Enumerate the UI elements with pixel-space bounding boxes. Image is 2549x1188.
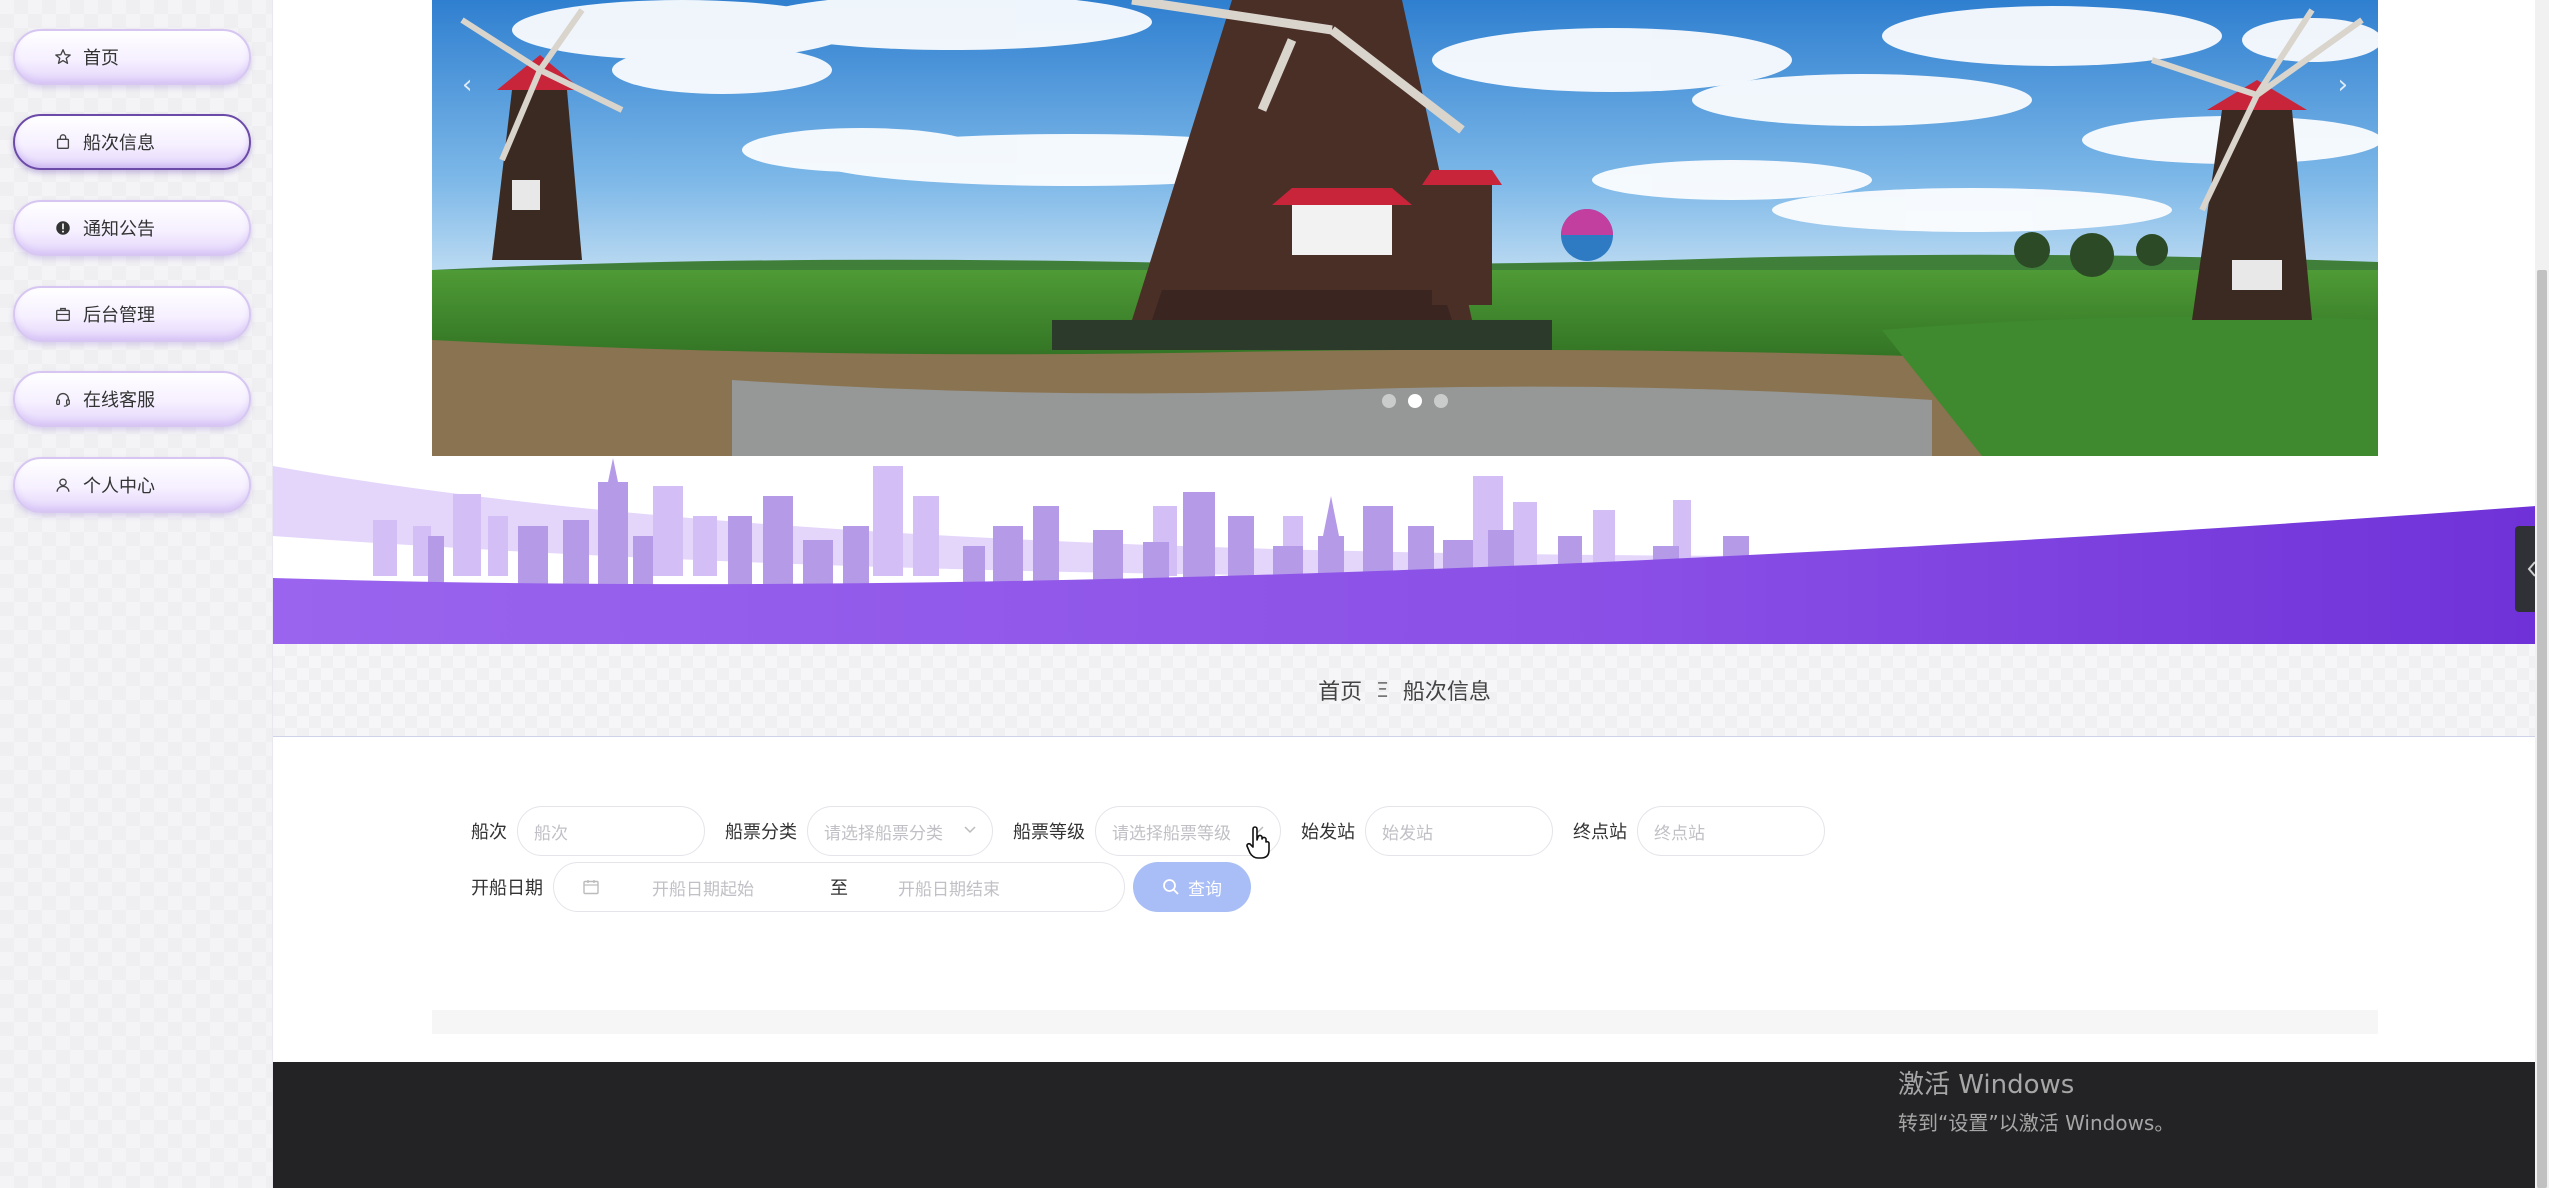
ship-input[interactable]: 船次 xyxy=(517,806,705,856)
breadcrumb: 首页 Ξ 船次信息 xyxy=(273,644,2536,737)
carousel-next-icon[interactable]: › xyxy=(2338,70,2348,100)
category-placeholder: 请选择船票分类 xyxy=(824,823,943,844)
date-start-input[interactable]: 开船日期起始 xyxy=(652,875,812,900)
filter-row-1: 船次 船次 船票分类 请选择船票分类 船票等级 请选择船票等级 始发站 始发站 … xyxy=(471,806,1845,856)
breadcrumb-home[interactable]: 首页 xyxy=(1318,674,1362,706)
breadcrumb-current: 船次信息 xyxy=(1402,680,1491,705)
grade-label: 船票等级 xyxy=(1013,822,1085,843)
search-icon xyxy=(1163,879,1179,895)
sidebar-item-label: 在线客服 xyxy=(83,390,155,411)
category-select[interactable]: 请选择船票分类 xyxy=(807,806,993,856)
category-label: 船票分类 xyxy=(725,822,797,843)
scrollbar-thumb[interactable] xyxy=(2537,270,2547,1188)
hand-cursor-icon xyxy=(1246,826,1270,859)
origin-label: 始发站 xyxy=(1301,822,1355,843)
banner-windmill-image xyxy=(432,0,2378,456)
grade-placeholder: 请选择船票等级 xyxy=(1112,823,1231,844)
calendar-icon xyxy=(582,878,600,896)
watermark-subtitle: 转到“设置”以激活 Windows。 xyxy=(1898,1111,2175,1135)
date-end-input[interactable]: 开船日期结束 xyxy=(898,875,1000,900)
user-icon xyxy=(53,475,73,495)
ship-placeholder: 船次 xyxy=(534,823,568,844)
destination-placeholder: 终点站 xyxy=(1654,823,1705,844)
list-container xyxy=(432,1010,2378,1034)
carousel-dot-active[interactable] xyxy=(1408,394,1422,408)
bag-icon xyxy=(53,132,73,152)
sidebar-item-notice[interactable]: 通知公告 xyxy=(13,200,251,256)
sidebar-item-ship-info[interactable]: 船次信息 xyxy=(13,114,251,170)
page-scrollbar[interactable] xyxy=(2535,0,2549,1188)
carousel-dot[interactable] xyxy=(1382,394,1396,408)
carousel-dot[interactable] xyxy=(1434,394,1448,408)
sidebar-item-label: 个人中心 xyxy=(83,476,155,497)
sidebar-item-label: 首页 xyxy=(83,48,119,69)
origin-placeholder: 始发站 xyxy=(1382,823,1433,844)
windows-activation-watermark: 激活 Windows 转到“设置”以激活 Windows。 xyxy=(1898,1064,2174,1136)
star-icon xyxy=(53,47,73,67)
search-button-label: 查询 xyxy=(1188,879,1222,900)
destination-label: 终点站 xyxy=(1573,822,1627,843)
ship-label: 船次 xyxy=(471,822,507,843)
sidebar-item-label: 船次信息 xyxy=(83,133,155,154)
sidebar-item-label: 通知公告 xyxy=(83,219,155,240)
carousel-indicators xyxy=(432,394,2378,408)
carousel-prev-icon[interactable]: ‹ xyxy=(462,70,472,100)
sidebar: 首页 船次信息 通知公告 后台管理 在线客服 个人中心 xyxy=(0,0,272,1188)
breadcrumb-separator: Ξ xyxy=(1376,678,1389,702)
sidebar-item-support[interactable]: 在线客服 xyxy=(13,371,251,427)
search-button[interactable]: 查询 xyxy=(1133,862,1251,912)
date-range-separator: 至 xyxy=(830,878,848,899)
city-wave-decoration xyxy=(273,456,2536,644)
alert-icon xyxy=(53,218,73,238)
chevron-down-icon xyxy=(964,826,976,834)
origin-input[interactable]: 始发站 xyxy=(1365,806,1553,856)
sidebar-item-home[interactable]: 首页 xyxy=(13,29,251,85)
date-range-picker[interactable]: 开船日期起始 至 开船日期结束 xyxy=(553,862,1125,912)
sidebar-item-profile[interactable]: 个人中心 xyxy=(13,457,251,513)
briefcase-icon xyxy=(53,304,73,324)
headset-icon xyxy=(53,389,73,409)
filter-row-2: 开船日期 开船日期起始 至 开船日期结束 查询 xyxy=(471,862,1251,912)
date-label: 开船日期 xyxy=(471,878,543,899)
footer xyxy=(273,1062,2536,1188)
banner-carousel[interactable]: ‹ › xyxy=(432,0,2378,456)
watermark-title: 激活 Windows xyxy=(1898,1070,2075,1100)
destination-input[interactable]: 终点站 xyxy=(1637,806,1825,856)
sidebar-item-label: 后台管理 xyxy=(83,305,155,326)
sidebar-item-admin[interactable]: 后台管理 xyxy=(13,286,251,342)
main-content: ‹ › 首页 Ξ 船次信息 船次 船次 船票分类 请选择船票分类 船票等级 请选… xyxy=(272,0,2536,1188)
